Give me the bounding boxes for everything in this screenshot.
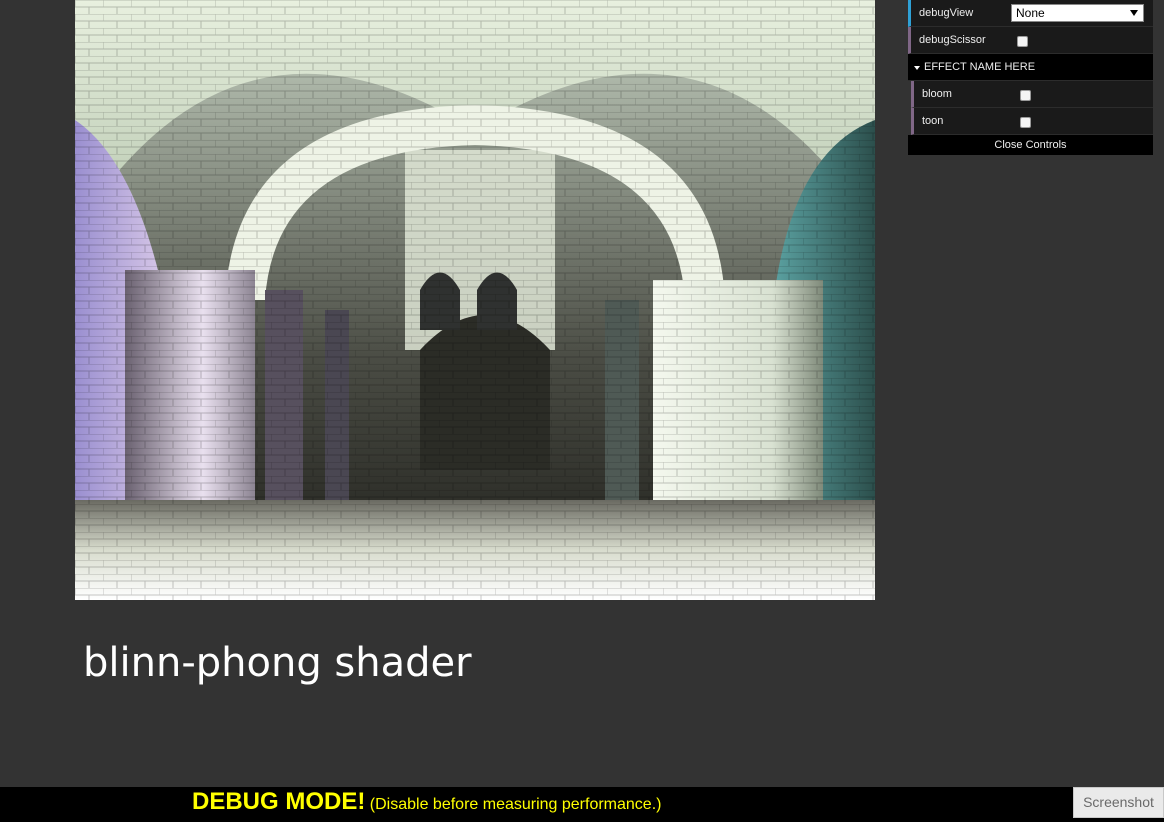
- bloom-row: bloom: [911, 81, 1153, 108]
- debug-view-value: None: [1016, 6, 1045, 20]
- page: blinn-phong shader debugView None debugS…: [0, 0, 1164, 822]
- debug-scissor-row: debugScissor: [908, 27, 1153, 54]
- sponza-scene: [75, 0, 875, 600]
- debug-mode-title: DEBUG MODE!: [192, 788, 366, 815]
- debug-scissor-label: debugScissor: [919, 34, 986, 46]
- toon-label: toon: [922, 115, 944, 127]
- screenshot-button[interactable]: Screenshot: [1073, 787, 1164, 818]
- debug-view-row: debugView None: [908, 0, 1153, 27]
- triangle-down-icon: [914, 66, 920, 70]
- debug-mode-message: DEBUG MODE! (Disable before measuring pe…: [192, 788, 661, 816]
- caret-down-icon: [1130, 10, 1138, 16]
- debug-mode-note: (Disable before measuring performance.): [365, 796, 662, 813]
- debug-view-select[interactable]: None: [1011, 4, 1144, 22]
- debug-view-label: debugView: [919, 7, 974, 19]
- toon-row: toon: [911, 108, 1153, 135]
- effect-folder-toggle[interactable]: EFFECT NAME HERE: [908, 54, 1153, 81]
- debug-scissor-checkbox[interactable]: [1017, 36, 1028, 47]
- render-canvas[interactable]: [75, 0, 875, 600]
- controls-panel: debugView None debugScissor EFFECT NAME …: [908, 0, 1153, 155]
- toon-checkbox[interactable]: [1020, 117, 1031, 128]
- close-controls-button[interactable]: Close Controls: [908, 135, 1153, 155]
- effect-folder-title: EFFECT NAME HERE: [924, 61, 1036, 73]
- bloom-label: bloom: [922, 88, 952, 100]
- page-caption: blinn-phong shader: [83, 640, 472, 686]
- bloom-checkbox[interactable]: [1020, 90, 1031, 101]
- debug-mode-banner: DEBUG MODE! (Disable before measuring pe…: [0, 787, 1164, 822]
